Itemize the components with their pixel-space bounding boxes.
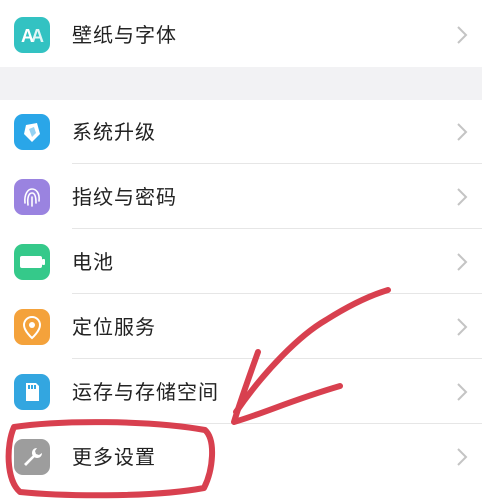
settings-item-system-update[interactable]: 系统升级 xyxy=(0,100,482,164)
update-arrow-icon xyxy=(14,114,50,150)
settings-item-label: 电池 xyxy=(72,250,114,274)
chevron-right-icon xyxy=(457,318,468,336)
divider xyxy=(72,358,482,359)
settings-item-fingerprint-password[interactable]: 指纹与密码 xyxy=(0,165,482,229)
chevron-right-icon xyxy=(457,123,468,141)
settings-group-top: A A 壁纸与字体 xyxy=(0,0,482,67)
wrench-icon xyxy=(14,439,50,475)
chevron-right-icon xyxy=(457,188,468,206)
sd-card-icon xyxy=(14,374,50,410)
battery-icon xyxy=(14,244,50,280)
settings-item-label: 系统升级 xyxy=(72,120,156,144)
divider xyxy=(72,293,482,294)
settings-item-memory-storage[interactable]: 运存与存储空间 xyxy=(0,360,482,424)
settings-item-label: 更多设置 xyxy=(72,445,156,469)
font-AA-icon: A A xyxy=(14,17,50,53)
location-pin-icon xyxy=(14,309,50,345)
svg-text:A: A xyxy=(31,26,44,46)
chevron-right-icon xyxy=(457,383,468,401)
settings-item-more-settings[interactable]: 更多设置 xyxy=(0,425,482,489)
divider xyxy=(72,423,482,424)
chevron-right-icon xyxy=(457,253,468,271)
settings-item-label: 壁纸与字体 xyxy=(72,23,177,47)
settings-item-label: 定位服务 xyxy=(72,315,156,339)
divider xyxy=(72,163,482,164)
settings-item-label: 运存与存储空间 xyxy=(72,380,219,404)
chevron-right-icon xyxy=(457,448,468,466)
divider xyxy=(72,228,482,229)
settings-item-label: 指纹与密码 xyxy=(72,185,177,209)
settings-item-location-services[interactable]: 定位服务 xyxy=(0,295,482,359)
fingerprint-icon xyxy=(14,179,50,215)
chevron-right-icon xyxy=(457,26,468,44)
settings-item-battery[interactable]: 电池 xyxy=(0,230,482,294)
settings-item-wallpaper-font[interactable]: A A 壁纸与字体 xyxy=(0,3,482,67)
settings-group-main: 系统升级 指纹与密码 电池 定位服务 运存与存储空间 更多设置 xyxy=(0,100,482,500)
